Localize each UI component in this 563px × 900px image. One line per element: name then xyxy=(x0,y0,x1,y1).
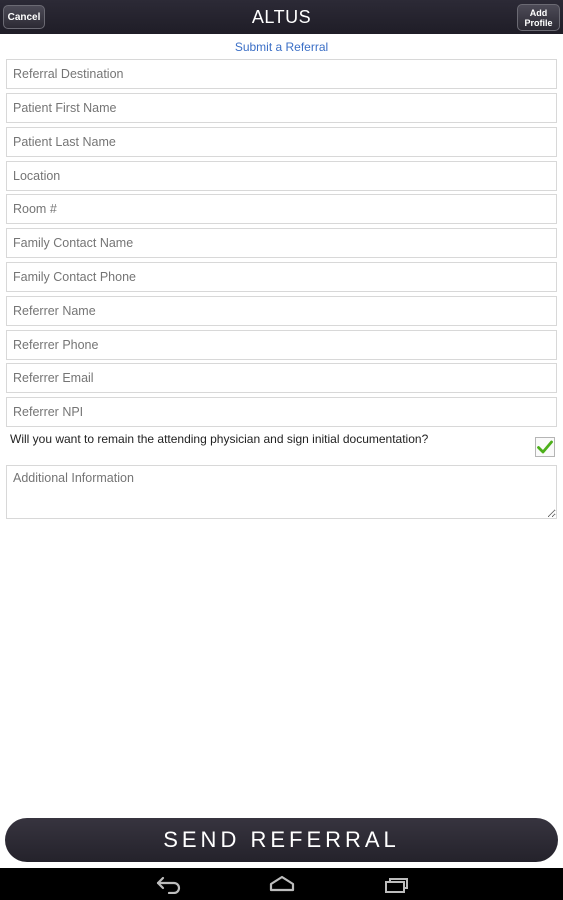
checkmark-icon xyxy=(537,440,553,454)
recent-apps-icon[interactable] xyxy=(383,874,411,894)
room-number-field[interactable] xyxy=(6,194,557,224)
additional-information-field[interactable] xyxy=(6,465,557,519)
referrer-npi-field[interactable] xyxy=(6,397,557,427)
add-profile-label-line1: Add xyxy=(529,7,548,18)
cancel-button[interactable]: Cancel xyxy=(3,5,45,29)
attending-physician-checkbox[interactable] xyxy=(535,437,555,457)
top-action-bar: ALTUS Cancel Add Profile xyxy=(0,0,563,34)
back-icon[interactable] xyxy=(155,874,183,894)
referrer-email-field[interactable] xyxy=(6,363,557,393)
patient-last-name-field[interactable] xyxy=(6,127,557,157)
patient-first-name-field[interactable] xyxy=(6,93,557,123)
add-profile-button[interactable]: Add Profile xyxy=(517,4,560,31)
app-title: ALTUS xyxy=(251,7,312,27)
referrer-name-field[interactable] xyxy=(6,296,557,326)
send-referral-button[interactable]: SEND REFERRAL xyxy=(5,818,558,862)
referrer-phone-field[interactable] xyxy=(6,330,557,360)
family-contact-phone-field[interactable] xyxy=(6,262,557,292)
referral-destination-field[interactable] xyxy=(6,59,557,89)
submit-referral-heading[interactable]: Submit a Referral xyxy=(0,40,563,54)
home-icon[interactable] xyxy=(268,874,296,894)
location-field[interactable] xyxy=(6,161,557,191)
add-profile-label-line2: Profile xyxy=(524,17,553,28)
system-navigation-bar xyxy=(0,868,563,900)
attending-physician-question: Will you want to remain the attending ph… xyxy=(10,432,429,446)
family-contact-name-field[interactable] xyxy=(6,228,557,258)
